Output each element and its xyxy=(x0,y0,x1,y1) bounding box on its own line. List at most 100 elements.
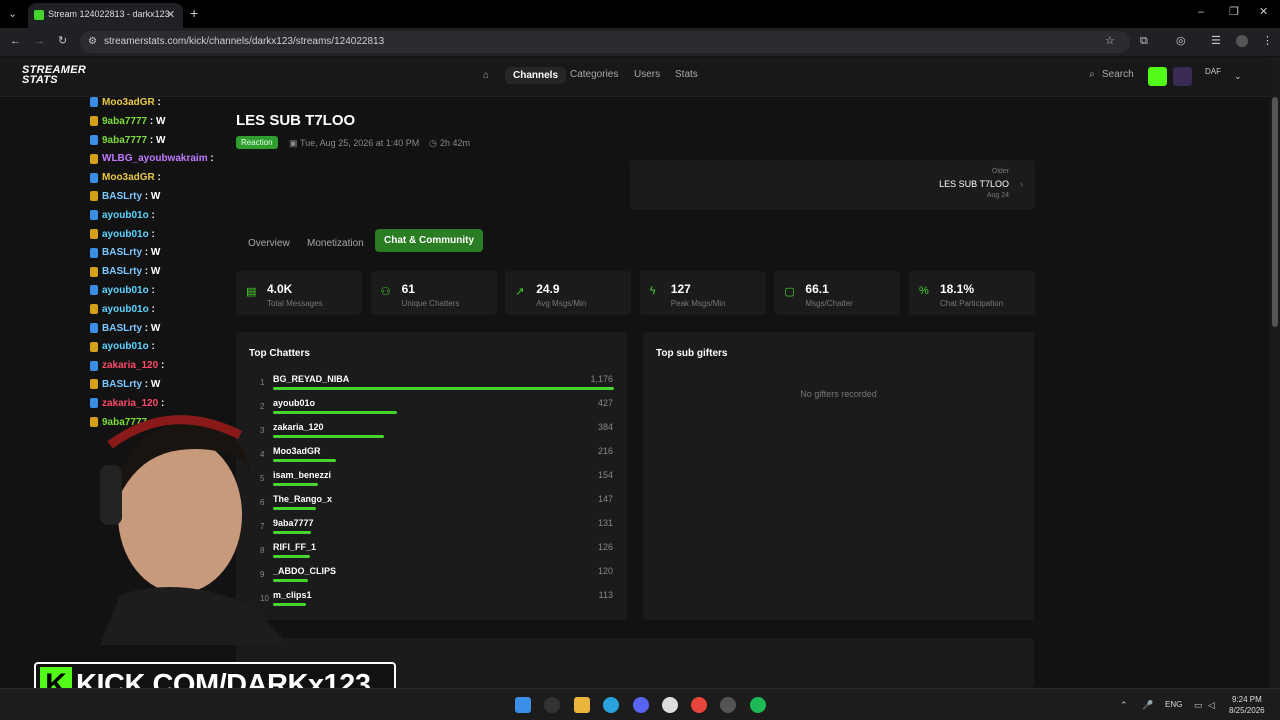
tab-overview[interactable]: Overview xyxy=(239,232,299,255)
reload-icon[interactable]: ↻ xyxy=(58,35,67,47)
reading-list-icon[interactable]: ☰ xyxy=(1211,35,1221,47)
discord-icon[interactable] xyxy=(633,697,649,713)
chat-badge-icon xyxy=(90,210,98,221)
chat-username: BASLrty xyxy=(102,247,143,259)
browser-tab[interactable]: Stream 124022813 - darkx123 ✕ xyxy=(28,3,183,28)
maximize-icon[interactable]: ❐ xyxy=(1229,6,1239,18)
menu-icon[interactable]: ⋮ xyxy=(1262,35,1273,47)
logo-line2: STATS xyxy=(22,74,58,86)
search-icon[interactable]: ⌕ xyxy=(1089,69,1095,80)
chat-username: ayoub01o xyxy=(102,303,149,315)
browser-tabstrip: ⌄ Stream 124022813 - darkx123 ✕ + – ❐ ✕ xyxy=(0,0,1280,28)
trend-icon: ↗ xyxy=(515,286,525,298)
language-indicator[interactable]: ENG xyxy=(1165,700,1182,709)
close-window-icon[interactable]: ✕ xyxy=(1259,6,1268,18)
stat-card: ↗ 24.9 Avg Msgs/Min xyxy=(505,271,632,315)
scroll-thumb[interactable] xyxy=(1272,97,1278,327)
close-tab-icon[interactable]: ✕ xyxy=(166,9,175,21)
nav-categories[interactable]: Categories xyxy=(570,69,618,80)
spotify-icon[interactable] xyxy=(750,697,766,713)
chat-badge-icon xyxy=(90,304,98,315)
extensions-icon[interactable]: ⧉ xyxy=(1140,35,1148,47)
twitch-icon[interactable] xyxy=(1173,67,1192,86)
page-scrollbar[interactable] xyxy=(1270,57,1280,688)
chat-separator: : xyxy=(148,209,155,221)
chat-line: ayoub01o : xyxy=(90,304,155,315)
webcam-overlay xyxy=(100,415,290,645)
chat-username: zakaria_120 xyxy=(102,360,159,372)
chrome-icon[interactable] xyxy=(691,697,707,713)
nav-stats[interactable]: Stats xyxy=(675,69,698,80)
site-header: STREAMER STATS ⌂ Channels Categories Use… xyxy=(0,57,1270,97)
older-stream-link[interactable]: Older LES SUB T7LOO Aug 24 › xyxy=(630,160,1035,210)
chat-separator: : xyxy=(147,115,156,127)
chat-username: WLBG_ayoubwakraim xyxy=(102,153,208,165)
address-bar[interactable]: ⚙ streamerstats.com/kick/channels/darkx1… xyxy=(80,31,1130,53)
chat-badge-icon xyxy=(90,360,98,371)
back-icon[interactable]: ← xyxy=(10,35,21,47)
chat-badge-icon xyxy=(90,266,98,277)
kick-icon[interactable] xyxy=(1148,67,1167,86)
search-link[interactable]: Search xyxy=(1102,69,1134,80)
chat-separator: : xyxy=(142,191,151,202)
percent-icon: % xyxy=(919,285,929,297)
stat-card: % 18.1% Chat Participation xyxy=(909,271,1035,315)
search-taskbar-icon[interactable] xyxy=(544,697,560,713)
chatter-name[interactable]: BG_REYAD_NIBA xyxy=(273,374,349,384)
chat-separator: : xyxy=(142,266,151,278)
top-gifters-panel: Top sub gifters No gifters recorded xyxy=(643,332,1034,620)
site-info-icon[interactable]: ⚙ xyxy=(88,36,97,48)
chatter-count: 126 xyxy=(597,542,613,552)
tab-chat-community[interactable]: Chat & Community xyxy=(375,229,483,252)
forward-icon[interactable]: → xyxy=(34,35,45,47)
chat-badge-icon xyxy=(90,191,98,202)
minimize-icon[interactable]: – xyxy=(1198,6,1204,18)
tab-monetization[interactable]: Monetization xyxy=(298,232,373,255)
user-avatar[interactable]: DAF xyxy=(1205,67,1221,76)
chat-badge-icon xyxy=(90,322,98,333)
chat-badge-icon xyxy=(90,379,98,390)
chat-line: BASLrty : W xyxy=(90,266,160,277)
category-badge[interactable]: Reaction xyxy=(236,136,278,149)
mic-icon[interactable]: 🎤 xyxy=(1142,699,1153,711)
chat-line: ayoub01o : xyxy=(90,341,155,352)
top-gifters-title: Top sub gifters xyxy=(656,348,728,359)
start-icon[interactable] xyxy=(515,697,531,713)
chevron-down-icon[interactable]: ⌄ xyxy=(1234,70,1242,82)
stream-duration: 2h 42m xyxy=(440,138,471,148)
chat-line: BASLrty : W xyxy=(90,323,160,334)
users-icon: ⚇ xyxy=(380,286,391,298)
clock-time[interactable]: 9:24 PM xyxy=(1232,695,1262,704)
chat-message: W xyxy=(150,191,161,202)
clock-date[interactable]: 8/25/2026 xyxy=(1229,706,1265,715)
chatter-count: 1,176 xyxy=(590,374,613,384)
tab-list-icon[interactable]: ⌄ xyxy=(8,8,17,20)
tray-chevron-icon[interactable]: ⌃ xyxy=(1120,699,1128,711)
chat-badge-icon xyxy=(90,228,98,239)
app-icon[interactable] xyxy=(662,697,678,713)
chat-username: ayoub01o xyxy=(102,341,149,353)
site-logo[interactable]: STREAMER STATS xyxy=(22,65,86,86)
bookmark-star-icon[interactable]: ☆ xyxy=(1105,35,1115,47)
volume-icon[interactable]: ◁ xyxy=(1208,699,1215,711)
browser-toolbar: ← → ↻ ⚙ streamerstats.com/kick/channels/… xyxy=(0,28,1280,56)
nav-users[interactable]: Users xyxy=(634,69,660,80)
vpn-icon[interactable]: ◎ xyxy=(1176,35,1186,47)
chatter-rank: 1 xyxy=(260,378,265,387)
chat-line: Moo3adGR : xyxy=(90,172,161,183)
telegram-icon[interactable] xyxy=(603,697,619,713)
chat-line: Moo3adGR : xyxy=(90,97,161,108)
chat-icon: ▤ xyxy=(246,286,257,298)
network-icon[interactable]: ▭ xyxy=(1194,699,1203,711)
chatter-row[interactable]: 1 BG_REYAD_NIBA 1,176 xyxy=(236,374,626,398)
file-explorer-icon[interactable] xyxy=(574,697,590,713)
chat-separator: : xyxy=(207,153,214,165)
chat-badge-icon xyxy=(90,416,98,427)
home-icon[interactable]: ⌂ xyxy=(483,70,489,81)
chat-badge-icon xyxy=(90,153,98,164)
clock-icon: ◷ xyxy=(429,138,437,148)
nav-channels[interactable]: Channels xyxy=(505,67,567,84)
new-tab-icon[interactable]: + xyxy=(190,6,198,20)
obs-icon[interactable] xyxy=(720,697,736,713)
profile-avatar[interactable] xyxy=(1236,35,1248,47)
